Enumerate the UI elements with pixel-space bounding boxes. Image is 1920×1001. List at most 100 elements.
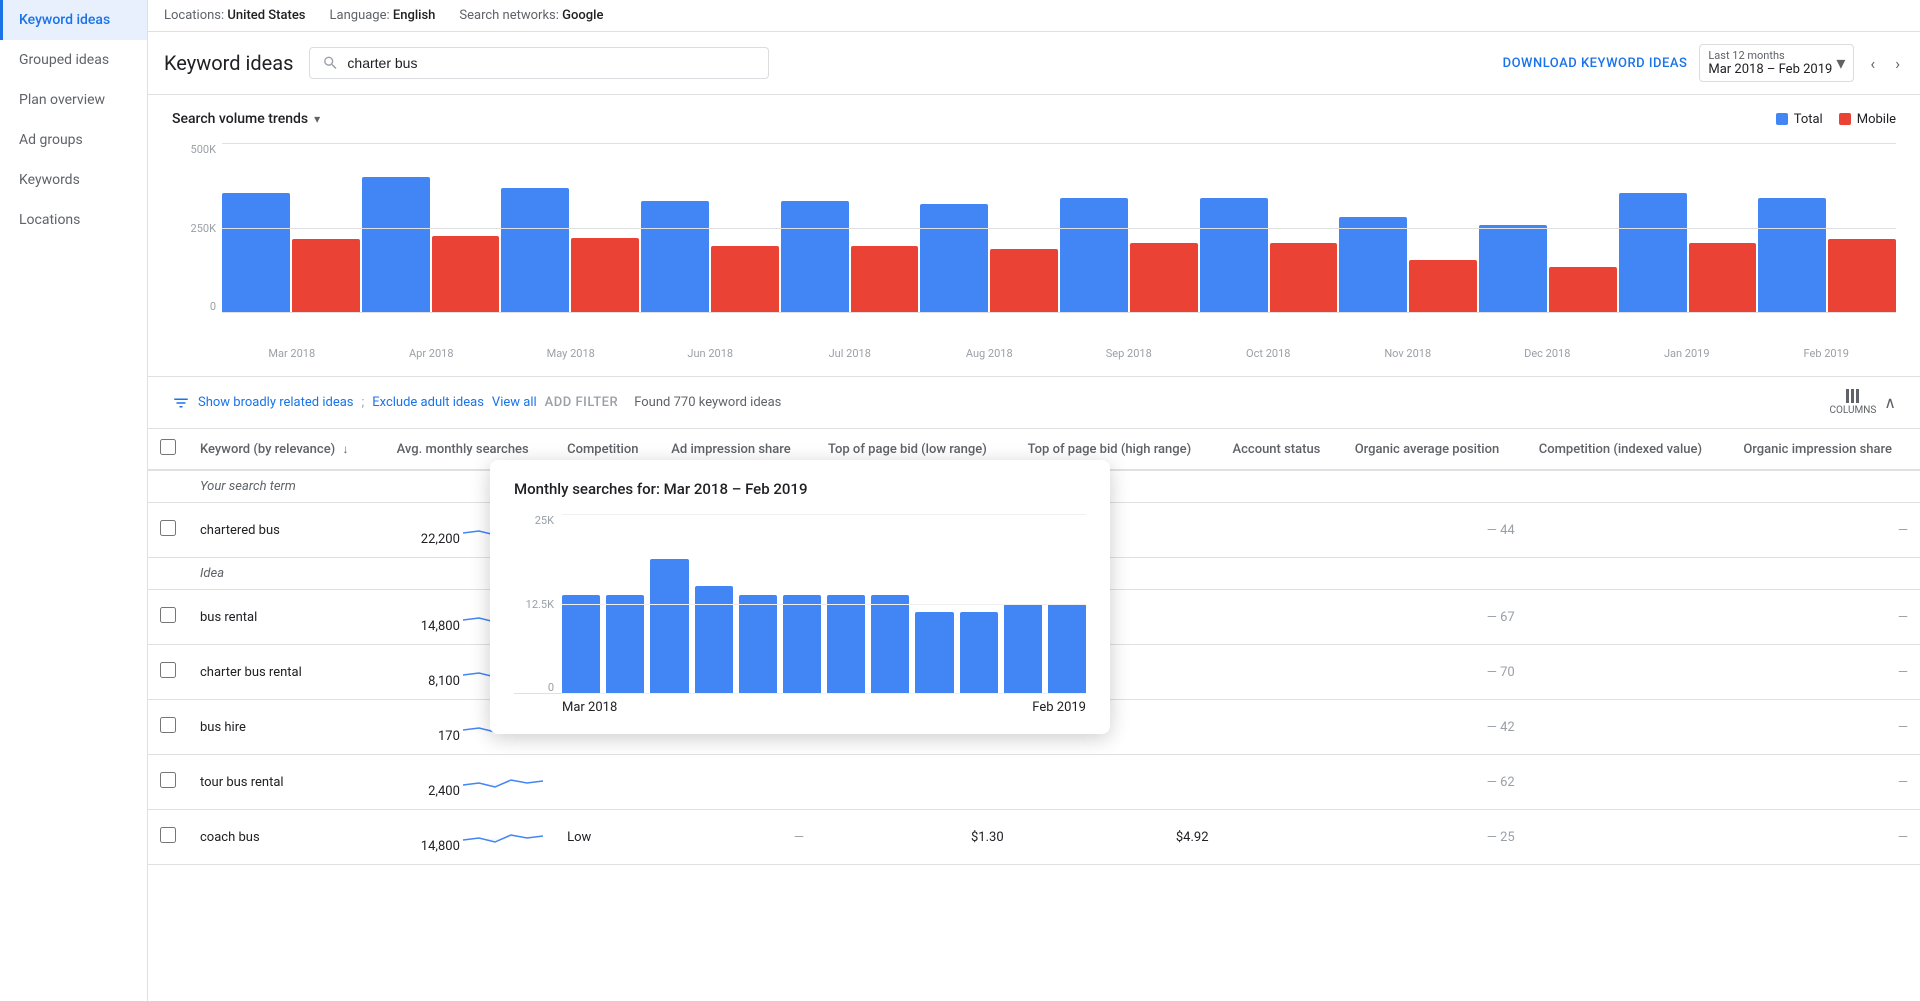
sidebar-item-locations[interactable]: Locations <box>0 200 147 240</box>
add-filter-button[interactable]: ADD FILTER <box>545 395 619 410</box>
avg-searches-cell: 14,800 <box>385 590 556 645</box>
keywords-table: Keyword (by relevance) ↓ Avg. monthly se… <box>148 429 1920 865</box>
sparkline <box>463 765 543 795</box>
sidebar-item-keywords[interactable]: Keywords <box>0 160 147 200</box>
search-box[interactable] <box>309 47 769 79</box>
select-all-checkbox[interactable] <box>160 439 176 455</box>
competition-idx-cell <box>1527 503 1732 558</box>
row-checkbox-cell[interactable] <box>148 590 188 645</box>
competition-idx-cell <box>1527 645 1732 700</box>
sidebar-item-plan-overview[interactable]: Plan overview <box>0 80 147 120</box>
bar-mobile <box>990 249 1058 313</box>
keyword-cell: coach bus <box>188 810 385 865</box>
organic-impression-cell: — <box>1731 645 1920 700</box>
view-all-filter[interactable]: View all <box>492 395 537 410</box>
collapse-button[interactable]: ∧ <box>1884 393 1896 412</box>
chart-section: Search volume trends ▾ Total Mobile <box>148 95 1920 377</box>
legend-mobile-dot <box>1839 113 1851 125</box>
th-competition-idx: Competition (indexed value) <box>1527 429 1732 470</box>
found-keywords-text: Found 770 keyword ideas <box>634 395 781 410</box>
main-content: Locations: United States Language: Engli… <box>148 0 1920 1001</box>
filter-bar: Show broadly related ideas ; Exclude adu… <box>148 377 1920 429</box>
row-checkbox-cell[interactable] <box>148 700 188 755</box>
organic-impression-cell: — <box>1731 810 1920 865</box>
locations-info: Locations: United States <box>164 8 306 23</box>
date-value: Mar 2018 – Feb 2019 <box>1708 62 1832 77</box>
table-body: Your search term chartered bus 22,200 — … <box>148 470 1920 865</box>
date-next-arrow[interactable]: › <box>1891 50 1904 77</box>
bar-mobile <box>1130 243 1198 313</box>
bar-mobile <box>851 246 919 313</box>
bar-group <box>1758 198 1896 313</box>
bid-high-cell <box>1016 700 1221 755</box>
bar-total <box>222 193 290 313</box>
bar-mobile <box>571 238 639 313</box>
th-competition: Competition <box>555 429 659 470</box>
sparkline <box>463 655 543 685</box>
organic-impression-cell: — <box>1731 755 1920 810</box>
row-checkbox-cell[interactable] <box>148 503 188 558</box>
networks-info: Search networks: Google <box>459 8 603 23</box>
row-checkbox[interactable] <box>160 607 176 623</box>
table-row: chartered bus 22,200 — 44 — <box>148 503 1920 558</box>
bar-group <box>222 193 360 313</box>
row-checkbox-cell[interactable] <box>148 810 188 865</box>
account-status-cell <box>1221 590 1343 645</box>
chart-dropdown-icon[interactable]: ▾ <box>314 112 320 126</box>
bid-high-cell <box>1016 503 1221 558</box>
search-input[interactable] <box>347 55 756 71</box>
row-checkbox[interactable] <box>160 827 176 843</box>
organic-impression-cell: — <box>1731 590 1920 645</box>
date-prev-arrow[interactable]: ‹ <box>1866 50 1879 77</box>
bar-mobile <box>1549 267 1617 313</box>
x-axis-label: Oct 2018 <box>1199 347 1339 360</box>
legend-mobile: Mobile <box>1839 112 1896 127</box>
account-status-cell <box>1221 645 1343 700</box>
download-button[interactable]: DOWNLOAD KEYWORD IDEAS <box>1503 56 1688 71</box>
row-checkbox-cell[interactable] <box>148 755 188 810</box>
page-header: Keyword ideas DOWNLOAD KEYWORD IDEAS Las… <box>148 32 1920 95</box>
legend-mobile-label: Mobile <box>1857 112 1896 127</box>
date-range-picker[interactable]: Last 12 months Mar 2018 – Feb 2019 ▾ <box>1699 44 1854 82</box>
select-all-header[interactable] <box>148 429 188 470</box>
broadly-related-filter[interactable]: Show broadly related ideas <box>198 395 354 410</box>
row-checkbox-cell[interactable] <box>148 645 188 700</box>
row-checkbox[interactable] <box>160 717 176 733</box>
bar-group <box>920 204 1058 313</box>
sparkline <box>463 513 543 543</box>
competition-cell <box>555 755 659 810</box>
columns-button[interactable]: COLUMNS <box>1829 389 1876 416</box>
header-right: DOWNLOAD KEYWORD IDEAS Last 12 months Ma… <box>1503 44 1904 82</box>
sidebar-item-keyword-ideas[interactable]: Keyword ideas <box>0 0 147 40</box>
bar-group <box>1060 198 1198 313</box>
x-axis-label: Nov 2018 <box>1338 347 1478 360</box>
organic-avg-cell: — 44 <box>1343 503 1527 558</box>
row-checkbox[interactable] <box>160 520 176 536</box>
ad-impression-cell <box>659 645 816 700</box>
table-row: coach bus 14,800 Low — $1.30 $4.92 — 25 … <box>148 810 1920 865</box>
th-keyword[interactable]: Keyword (by relevance) ↓ <box>188 429 385 470</box>
bar-total <box>781 201 849 313</box>
keyword-cell: chartered bus <box>188 503 385 558</box>
row-checkbox[interactable] <box>160 772 176 788</box>
organic-avg-cell: — 67 <box>1343 590 1527 645</box>
ad-impression-cell <box>659 590 816 645</box>
bar-total <box>1060 198 1128 313</box>
organic-avg-cell: — 62 <box>1343 755 1527 810</box>
filter-icon <box>172 394 190 412</box>
sidebar-item-ad-groups[interactable]: Ad groups <box>0 120 147 160</box>
account-status-cell <box>1221 810 1343 865</box>
bar-mobile <box>1409 260 1477 313</box>
avg-searches-cell: 22,200 <box>385 503 556 558</box>
exclude-adult-filter[interactable]: Exclude adult ideas <box>372 395 484 410</box>
top-bar: Locations: United States Language: Engli… <box>148 0 1920 32</box>
sidebar-item-grouped-ideas[interactable]: Grouped ideas <box>0 40 147 80</box>
table-row: tour bus rental 2,400 — 62 — <box>148 755 1920 810</box>
x-axis-label: Dec 2018 <box>1478 347 1618 360</box>
ad-impression-cell <box>659 503 816 558</box>
ad-impression-cell: — <box>659 810 816 865</box>
th-organic-impression: Organic impression share <box>1731 429 1920 470</box>
row-checkbox[interactable] <box>160 662 176 678</box>
th-ad-impression: Ad impression share <box>659 429 816 470</box>
avg-searches-cell: 14,800 <box>385 810 556 865</box>
